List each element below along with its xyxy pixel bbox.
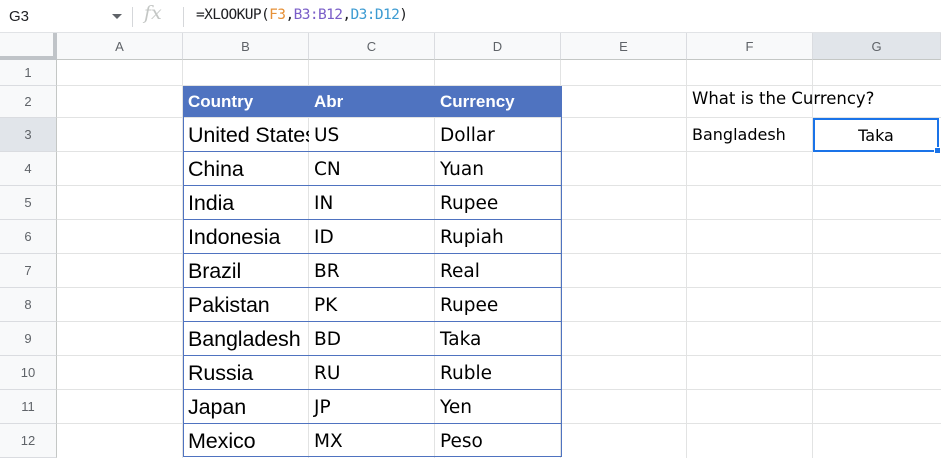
row-header-12[interactable]: 12	[0, 424, 57, 458]
row-header-5[interactable]: 5	[0, 186, 57, 220]
lookup-question-label[interactable]: What is the Currency?	[692, 89, 874, 115]
column-header-g[interactable]: G	[813, 33, 941, 60]
divider	[132, 7, 133, 27]
row-header-6[interactable]: 6	[0, 220, 57, 254]
select-all-corner[interactable]	[0, 33, 57, 60]
formula-bar: G3 fx =XLOOKUP(F3,B3:B12,D3:D12)	[0, 0, 941, 33]
selected-result-cell[interactable]: Taka	[813, 118, 939, 152]
column-header-e[interactable]: E	[561, 33, 687, 60]
column-header-c[interactable]: C	[309, 33, 435, 60]
lookup-input-cell[interactable]: Bangladesh	[692, 125, 786, 151]
formula-suffix: )	[399, 7, 408, 23]
row-header-7[interactable]: 7	[0, 254, 57, 288]
row-header-4[interactable]: 4	[0, 152, 57, 186]
formula-prefix: =XLOOKUP(	[196, 7, 270, 23]
formula-comma: ,	[342, 7, 351, 23]
formula-ref-lookup-array: B3:B12	[293, 7, 343, 23]
formula-ref-return-array: D3:D12	[350, 7, 400, 23]
name-box-value: G3	[9, 8, 30, 25]
column-header-a[interactable]: A	[57, 33, 183, 60]
row-header-9[interactable]: 9	[0, 322, 57, 356]
fx-icon: fx	[144, 2, 162, 24]
row-header-11[interactable]: 11	[0, 390, 57, 424]
column-header-b[interactable]: B	[183, 33, 309, 60]
row-header-3[interactable]: 3	[0, 118, 57, 152]
row-header-8[interactable]: 8	[0, 288, 57, 322]
divider	[183, 7, 184, 27]
formula-ref-lookup-value: F3	[269, 7, 286, 23]
column-header-f[interactable]: F	[687, 33, 813, 60]
grid-line	[686, 60, 687, 458]
fill-handle[interactable]	[934, 147, 941, 154]
table-border	[183, 86, 562, 457]
formula-comma: ,	[285, 7, 294, 23]
row-header-1[interactable]: 1	[0, 60, 57, 86]
name-box[interactable]: G3	[0, 0, 132, 33]
chevron-down-icon[interactable]	[112, 14, 122, 19]
column-header-d[interactable]: D	[435, 33, 561, 60]
row-header-2[interactable]: 2	[0, 86, 57, 118]
formula-input[interactable]: =XLOOKUP(F3,B3:B12,D3:D12)	[196, 7, 408, 23]
row-header-10[interactable]: 10	[0, 356, 57, 390]
